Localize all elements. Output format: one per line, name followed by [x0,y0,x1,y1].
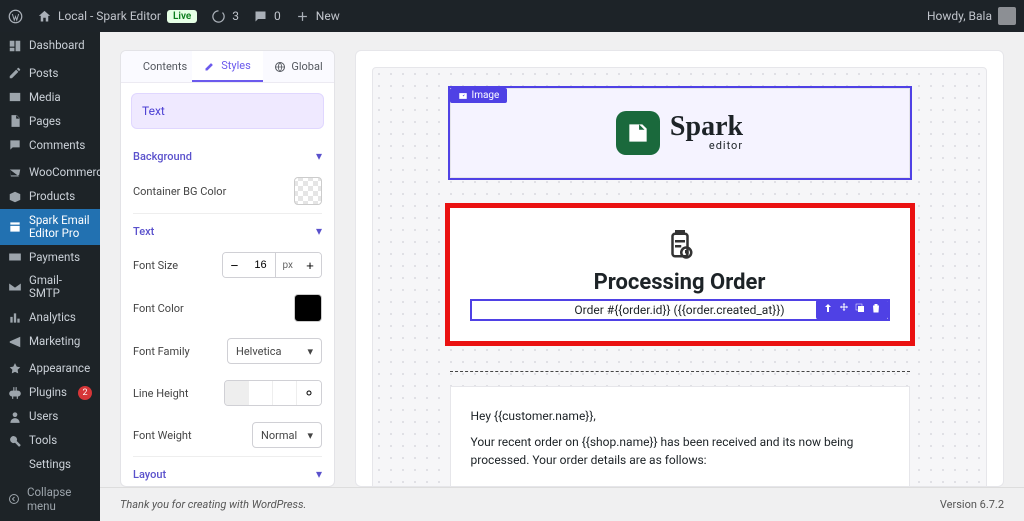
image-icon [458,91,468,101]
decrease-button[interactable]: − [223,253,245,277]
sidebar-item-analytics[interactable]: Analytics [0,306,100,330]
comment-icon [253,9,268,24]
font-weight-select[interactable]: Normal ▾ [252,422,322,448]
sidebar-item-settings[interactable]: Settings [0,453,100,477]
font-color-swatch[interactable] [294,294,322,322]
sidebar-item-products[interactable]: Products [0,185,100,209]
sidebar-item-comments[interactable]: Comments [0,133,100,157]
globe-icon [274,61,286,73]
font-size-stepper: − px + [222,252,322,278]
container-bg-swatch[interactable] [294,177,322,205]
duplicate-button[interactable] [854,302,866,317]
home-icon [37,9,52,24]
revisions-icon [211,9,226,24]
sidebar-item-woocommerce[interactable]: WooCommerce [0,161,100,185]
section-text[interactable]: Text▾ [133,213,322,244]
style-panel: Contents Styles Global Text Background▾ [120,50,335,487]
caret-icon: ▾ [316,224,322,238]
header-block[interactable]: Processing Order Order #{{order.id}} ({{… [450,208,910,341]
sidebar-item-pages[interactable]: Pages [0,109,100,133]
email-canvas: Image Spark editor [355,50,1004,487]
label-font-family: Font Family [133,345,190,358]
sidebar-item-appearance[interactable]: Appearance [0,357,100,381]
admin-sidebar: Dashboard Posts Media Pages Comments Woo… [0,32,100,521]
site-name: Local - Spark Editor [58,9,161,23]
pencil-icon [204,60,216,72]
section-background[interactable]: Background▾ [133,139,322,169]
font-size-input[interactable] [245,253,275,277]
label-font-weight: Font Weight [133,429,192,442]
live-badge: Live [167,10,197,23]
spark-logo-mark [616,111,660,155]
sidebar-item-tools[interactable]: Tools [0,429,100,453]
admin-footer: Thank you for creating with WordPress. V… [100,487,1024,521]
footer-version: Version 6.7.2 [940,498,1004,511]
increase-button[interactable]: + [299,253,321,277]
caret-icon: ▾ [316,467,322,481]
selection-toolbar [816,299,888,320]
lh-option-1[interactable] [225,381,249,405]
plugin-update-badge: 2 [78,386,92,400]
label-container-bg: Container BG Color [133,185,226,198]
font-family-select[interactable]: Helvetica ▾ [227,338,322,364]
selected-element-type: Text [131,93,324,129]
lh-option-custom[interactable] [297,381,321,405]
caret-icon: ▾ [316,149,322,163]
admin-bar: Local - Spark Editor Live 3 0 New Howdy,… [0,0,1024,32]
plus-icon [295,9,310,24]
new-link[interactable]: New [295,9,340,24]
lh-option-2[interactable] [249,381,273,405]
greeting: Hey {{customer.name}}, [471,407,889,425]
sidebar-item-gmail-smtp[interactable]: Gmail-SMTP [0,269,100,305]
sidebar-item-users[interactable]: Users [0,405,100,429]
chevron-down-icon: ▾ [307,345,313,358]
label-font-size: Font Size [133,259,178,272]
delete-button[interactable] [870,302,882,317]
wp-logo[interactable] [8,9,23,24]
comments-link[interactable]: 0 [253,9,281,24]
line-height-seg [224,380,322,406]
sidebar-item-plugins[interactable]: Plugins2 [0,381,100,405]
sidebar-item-posts[interactable]: Posts [0,61,100,85]
avatar [998,7,1016,25]
image-block[interactable]: Image Spark editor [450,88,910,178]
move-up-button[interactable] [822,302,834,317]
tab-global[interactable]: Global [263,51,334,82]
label-line-height: Line Height [133,387,188,400]
sidebar-item-dashboard[interactable]: Dashboard [0,34,100,58]
spark-logo: Spark editor [616,111,743,155]
tab-styles[interactable]: Styles [192,51,263,82]
sidebar-item-marketing[interactable]: Marketing [0,330,100,354]
footer-thanks: Thank you for creating with WordPress. [120,498,306,511]
sidebar-item-payments[interactable]: Payments [0,245,100,269]
body-text-block[interactable]: Hey {{customer.name}}, Your recent order… [450,386,910,487]
chevron-down-icon: ▾ [307,429,313,442]
collapse-menu[interactable]: Collapse menu [0,477,100,521]
sidebar-item-spark-editor[interactable]: Spark Email Editor Pro [0,209,100,245]
block-tag-image: Image [450,88,508,103]
sidebar-item-media[interactable]: Media [0,85,100,109]
site-link[interactable]: Local - Spark Editor Live [37,9,197,24]
font-size-unit: px [275,253,299,277]
revisions-link[interactable]: 3 [211,9,239,24]
account-link[interactable]: Howdy, Bala [927,7,1016,25]
body-text: Your recent order on {{shop.name}} has b… [471,433,889,469]
divider [450,371,910,372]
label-font-color: Font Color [133,302,184,315]
list-icon [126,61,138,73]
drag-handle[interactable] [838,302,850,317]
tab-contents[interactable]: Contents [121,51,192,82]
section-layout[interactable]: Layout▾ [133,456,322,486]
order-title: Processing Order [472,270,888,295]
clipboard-clock-icon [472,230,888,260]
lh-option-3[interactable] [273,381,297,405]
